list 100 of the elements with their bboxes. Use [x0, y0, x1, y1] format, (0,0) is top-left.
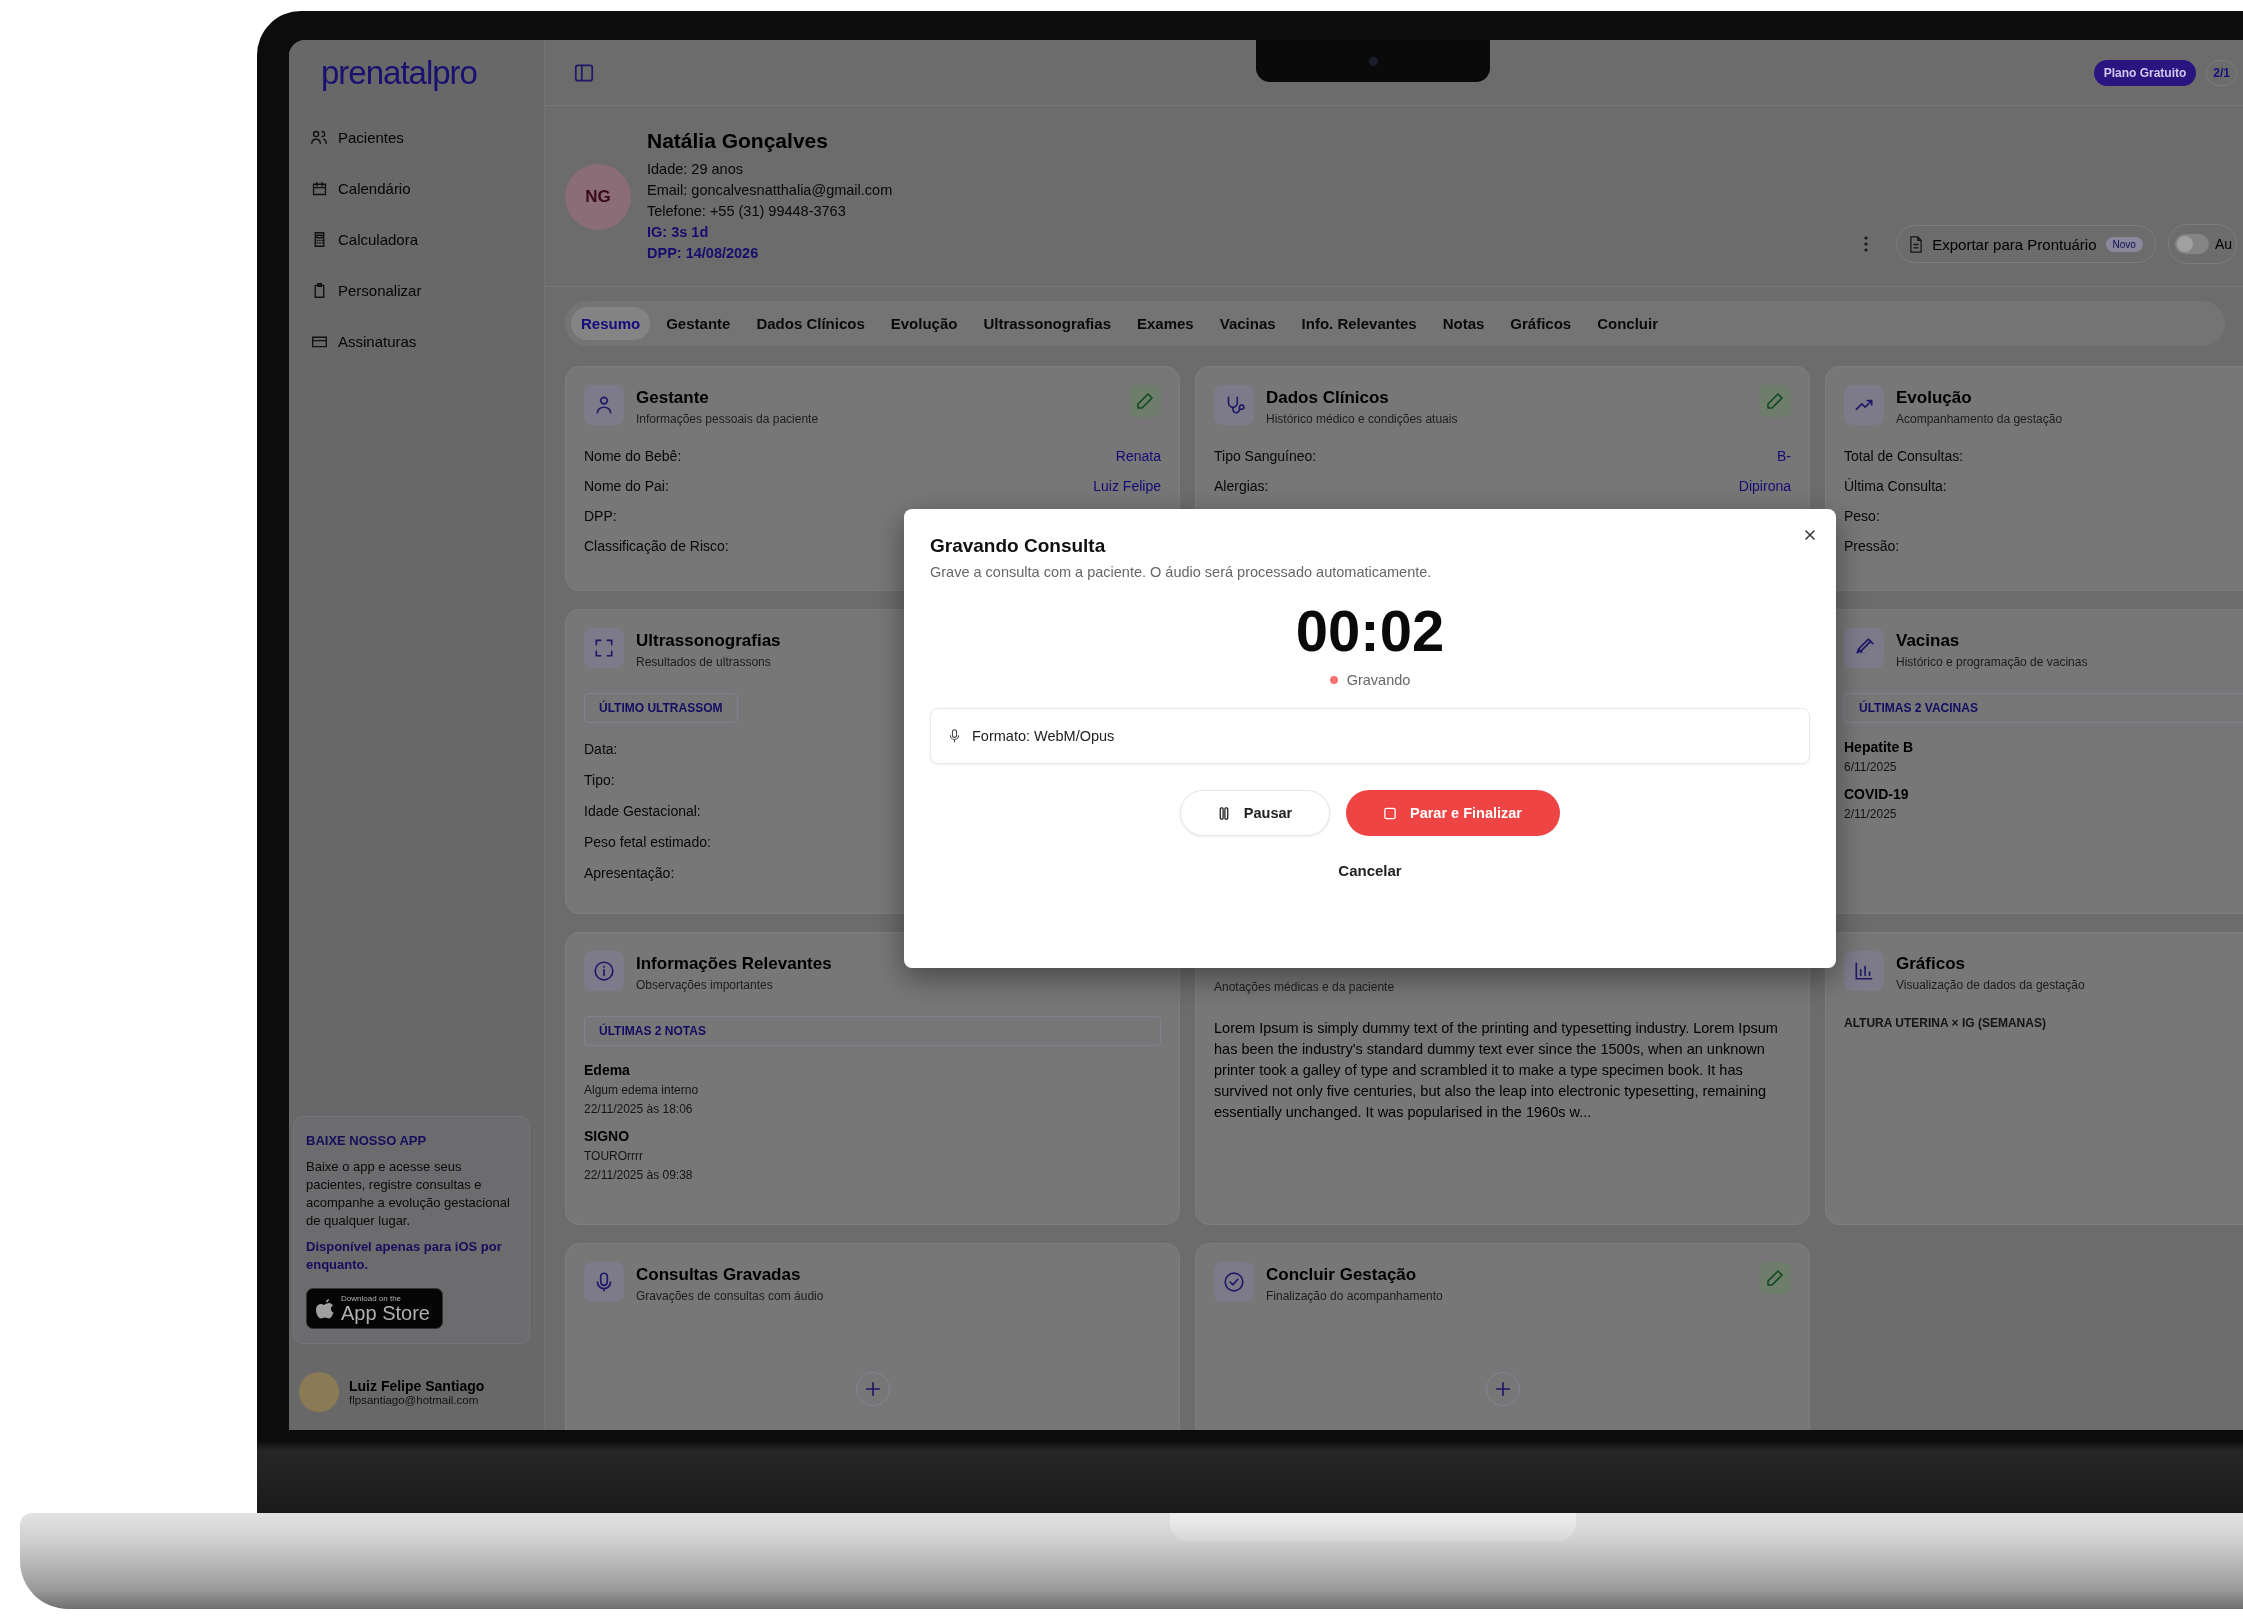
- export-button[interactable]: Exportar para Prontuário Novo: [1896, 225, 2156, 263]
- toggle-switch[interactable]: [2174, 234, 2209, 254]
- card-subtitle: Histórico médico e condições atuais: [1266, 412, 1458, 426]
- trend-icon: [1844, 385, 1884, 425]
- stethoscope-icon: [1214, 385, 1254, 425]
- field-label: Peso:: [1844, 508, 1880, 524]
- tab[interactable]: Gráficos: [1500, 307, 1582, 340]
- timer: 00:02: [1295, 602, 1445, 660]
- card-subtitle: Resultados de ultrassons: [636, 655, 772, 669]
- tab[interactable]: Evolução: [880, 307, 968, 340]
- info-icon: [584, 951, 624, 991]
- card-subtitle: Acompanhamento da gestação: [1896, 412, 2063, 426]
- pause-icon: [1217, 806, 1230, 820]
- chart-caption: ALTURA UTERINA × IG (SEMANAS): [1844, 1016, 2047, 1030]
- pencil-icon[interactable]: [1759, 385, 1791, 417]
- person-icon: [584, 385, 624, 425]
- promo-title: BAIXE NOSSO APP: [306, 1133, 428, 1148]
- app-logo[interactable]: prenatalpro: [321, 54, 477, 92]
- app-store-badge[interactable]: Download on the App Store: [306, 1288, 443, 1329]
- field-label: Alergias:: [1214, 478, 1269, 494]
- user-email: flpsantiago@hotmail.com: [349, 1394, 480, 1406]
- card-subtitle: Observações importantes: [636, 978, 774, 992]
- entry-title: Edema: [584, 1062, 631, 1078]
- document-icon: [1909, 235, 1924, 253]
- entry-title: COVID-19: [1844, 786, 1910, 802]
- field-label: Tipo Sanguíneo:: [1214, 448, 1317, 464]
- entry-title: Hepatite B: [1844, 739, 1915, 755]
- entry-detail: 22/11/2025 às 09:38: [584, 1168, 694, 1182]
- field-value: Renata: [1115, 448, 1161, 464]
- sidebar-item[interactable]: Assinaturas: [289, 316, 417, 367]
- close-icon[interactable]: [1804, 529, 1816, 541]
- field-label: Peso fetal estimado:: [584, 834, 711, 850]
- card-title: Gráficos: [1896, 954, 1966, 974]
- section-label: ÚLTIMO ULTRASSOM: [584, 693, 738, 723]
- patient-detail: Idade: 29 anos: [647, 159, 744, 179]
- field-label: DPP:: [584, 508, 617, 524]
- note-text: Lorem Ipsum is simply dummy text of the printing and typesetting industry. Lorem Ipsum has been the industry's standard dummy text ever since the 1500s, when an unknown printer took a galley of type and scrambled it to make a type specimen book. It has survived not only five centuries, but also the leap into electronic typesetting, remaining essentially unchanged. It was popularised in the 1960s w...: [1214, 1019, 1779, 1122]
- card-title: Ultrassonografias: [636, 631, 781, 651]
- tab[interactable]: Vacinas: [1209, 307, 1286, 340]
- bar-chart-icon: [1844, 951, 1884, 991]
- card-title: Gestante: [636, 388, 710, 408]
- tab[interactable]: Info. Relevantes: [1291, 307, 1427, 340]
- entry-detail: Algum edema interno: [584, 1083, 700, 1097]
- field-value: Luiz Felipe: [1093, 478, 1161, 494]
- people-icon: [311, 129, 328, 146]
- patient-detail: Email: goncalvesnatthalia@gmail.com: [647, 180, 893, 200]
- patient-detail: IG: 3s 1d: [647, 222, 710, 242]
- microphone-icon: [949, 729, 960, 743]
- pencil-icon[interactable]: [1129, 385, 1161, 417]
- promo-note: Disponível apenas para iOS por enquanto.: [306, 1238, 503, 1274]
- field-label: Nome do Bebê:: [584, 448, 682, 464]
- calendar-icon: [311, 180, 328, 197]
- field-label: Última Consulta:: [1844, 478, 1947, 494]
- tab[interactable]: Resumo: [571, 307, 651, 340]
- patient-detail: DPP: 14/08/2026: [647, 243, 760, 263]
- patient-detail: Telefone: +55 (31) 99448-3763: [647, 201, 847, 221]
- scan-icon: [584, 628, 624, 668]
- field-label: Data:: [584, 741, 618, 757]
- tab[interactable]: Gestante: [656, 307, 741, 340]
- section-label: ÚLTIMAS 2 VACINAS: [1844, 693, 2243, 723]
- promo-text: Baixe o app e acesse seus pacientes, registre consultas e acompanhe a evolução gestacional de qualquer lugar.: [306, 1158, 511, 1230]
- entry-detail: 22/11/2025 às 18:06: [584, 1102, 694, 1116]
- tab[interactable]: Ultrassonografias: [973, 307, 1121, 340]
- sidebar-item[interactable]: Calendário: [289, 163, 411, 214]
- stop-button[interactable]: Parar e Finalizar: [1346, 790, 1560, 836]
- dialog-subtitle: Grave a consulta com a paciente. O áudio será processado automaticamente.: [930, 564, 1433, 580]
- tab[interactable]: Concluir: [1587, 307, 1669, 340]
- patient-name: Natália Gonçalves: [647, 128, 829, 153]
- sidebar-toggle-icon[interactable]: [573, 61, 595, 84]
- field-label: Total de Consultas:: [1844, 448, 1964, 464]
- tab[interactable]: Notas: [1432, 307, 1495, 340]
- entry-detail: 6/11/2025: [1844, 760, 1898, 774]
- entry-detail: 2/11/2025: [1844, 807, 1898, 821]
- tab[interactable]: Exames: [1127, 307, 1204, 340]
- card-subtitle: Histórico e programação de vacinas: [1896, 655, 2088, 669]
- cancel-button[interactable]: Cancelar: [1330, 858, 1410, 883]
- sidebar-item[interactable]: Personalizar: [289, 265, 422, 316]
- card-subtitle: Anotações médicas e da paciente: [1214, 980, 1395, 994]
- plus-icon: [863, 1379, 882, 1398]
- sidebar-item[interactable]: Calculadora: [289, 214, 419, 265]
- field-label: Classificação de Risco:: [584, 538, 729, 554]
- entry-title: SIGNO: [584, 1128, 631, 1144]
- toggle-label: Au: [2214, 236, 2232, 252]
- section-label: ÚLTIMAS 2 NOTAS: [584, 1016, 1161, 1046]
- card-title: Informações Relevantes: [636, 954, 832, 974]
- card-title: Vacinas: [1896, 631, 1961, 651]
- card-subtitle: Visualização de dados da gestação: [1896, 978, 2085, 992]
- plan-badge: Plano Gratuito: [2093, 59, 2197, 86]
- sidebar-item[interactable]: Pacientes: [289, 112, 404, 163]
- field-label: Apresentação:: [584, 865, 675, 881]
- pencil-icon[interactable]: [1759, 1262, 1791, 1294]
- format-label: Formato: WebM/Opus: [972, 728, 1115, 744]
- plus-icon: [1493, 1379, 1512, 1398]
- tab[interactable]: Dados Clínicos: [746, 307, 875, 340]
- field-value: B-: [1777, 448, 1791, 464]
- card-title: Concluir Gestação: [1266, 1265, 1418, 1285]
- field-value: Dipirona: [1738, 478, 1791, 494]
- pause-button[interactable]: Pausar: [1180, 790, 1330, 836]
- user-name: Luiz Felipe Santiago: [349, 1378, 485, 1394]
- microphone-icon: [584, 1262, 624, 1302]
